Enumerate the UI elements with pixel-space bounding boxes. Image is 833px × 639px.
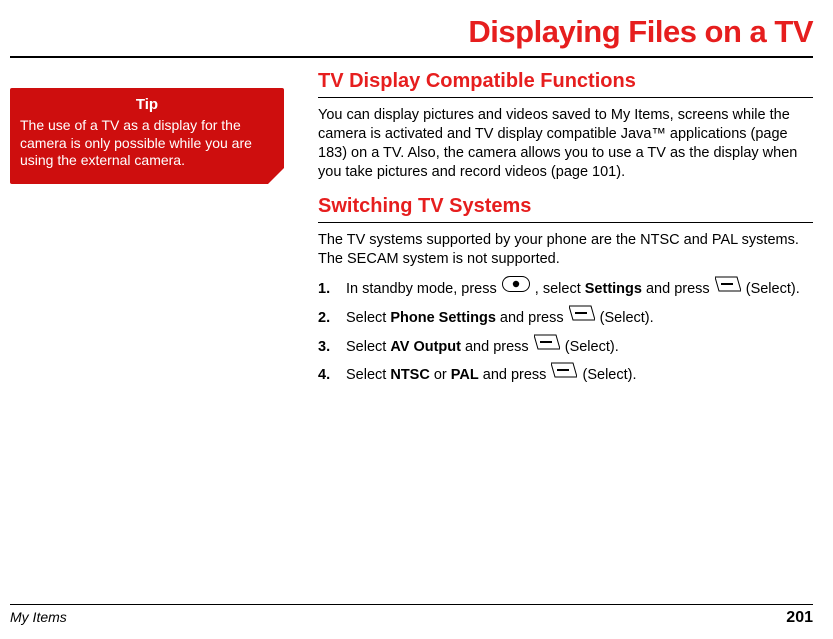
step-item: Select NTSC or PAL and press (Select). [318,363,813,388]
softkey-icon [715,276,741,301]
body-paragraph: You can display pictures and videos save… [318,106,813,181]
step-text: and press [465,339,533,355]
section-heading: TV Display Compatible Functions [318,64,813,98]
step-item: In standby mode, press , select Settings… [318,277,813,302]
step-bold: AV Output [390,339,461,355]
footer-page-number: 201 [786,609,813,627]
step-text: Select [346,339,390,355]
step-text: and press [500,310,568,326]
tip-body: The use of a TV as a display for the cam… [20,117,274,170]
softkey-icon [551,362,577,387]
step-text: (Select). [746,281,800,297]
step-text: and press [646,281,714,297]
page-footer: My Items 201 [10,604,813,627]
softkey-icon [534,334,560,359]
step-item: Select AV Output and press (Select). [318,335,813,360]
step-text: , select [535,281,585,297]
body-paragraph: The TV systems supported by your phone a… [318,231,813,269]
step-item: Select Phone Settings and press (Select)… [318,306,813,331]
step-bold: Settings [585,281,642,297]
step-text: Select [346,310,390,326]
step-text: (Select). [600,310,654,326]
section-heading: Switching TV Systems [318,189,813,223]
step-text: In standby mode, press [346,281,501,297]
tip-title: Tip [20,96,274,113]
step-bold: Phone Settings [390,310,496,326]
step-bold: PAL [451,368,479,384]
page-title: Displaying Files on a TV [10,10,813,58]
step-text: and press [483,368,551,384]
main-content: TV Display Compatible Functions You can … [318,62,813,392]
tip-callout: Tip The use of a TV as a display for the… [10,88,284,184]
step-text: (Select). [583,368,637,384]
step-text: (Select). [565,339,619,355]
softkey-icon [569,305,595,330]
step-text: Select [346,368,390,384]
center-key-icon [502,276,530,301]
step-text: or [434,368,451,384]
footer-section: My Items [10,609,67,627]
step-bold: NTSC [390,368,429,384]
